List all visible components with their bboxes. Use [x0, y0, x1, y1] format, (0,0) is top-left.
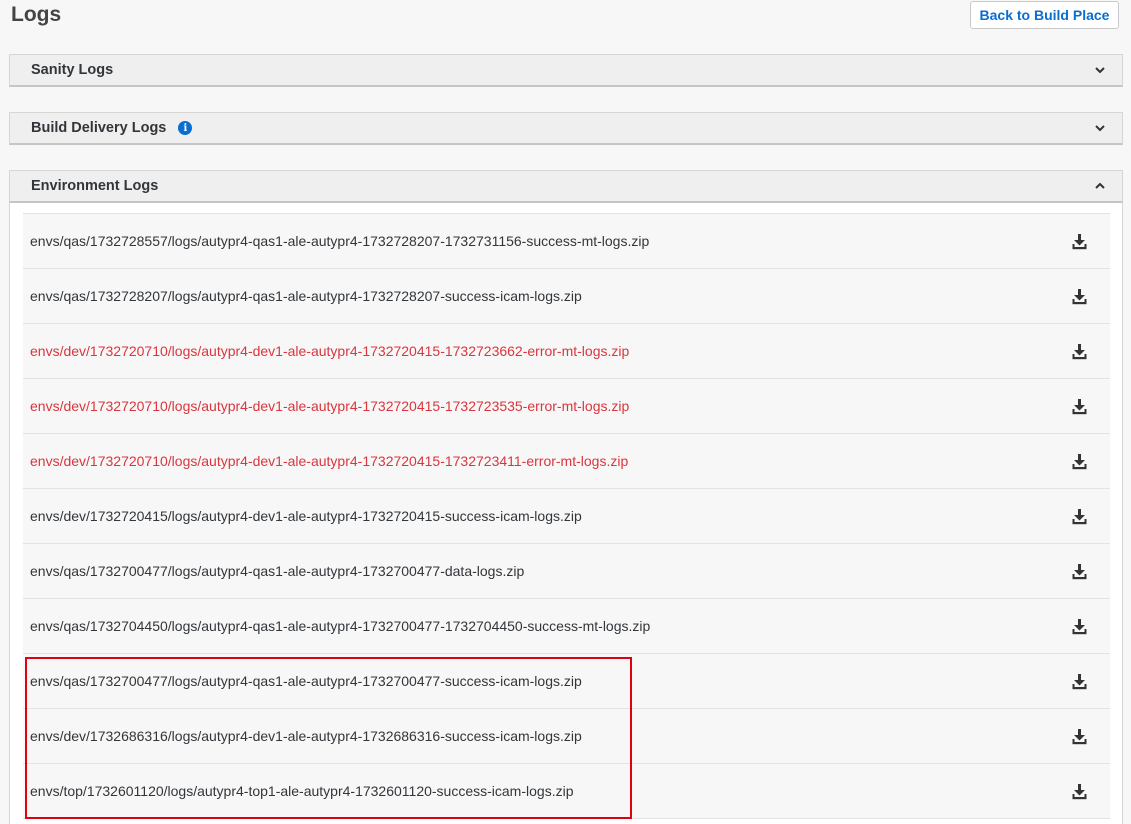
log-file-name: envs/dev/1732720710/logs/autypr4-dev1-al… [30, 453, 629, 469]
build-delivery-logs-panel-header[interactable]: Build Delivery Logs i [9, 112, 1123, 145]
log-file-name: envs/qas/1732700477/logs/autypr4-qas1-al… [30, 673, 582, 689]
environment-logs-panel-header[interactable]: Environment Logs [9, 170, 1123, 203]
log-file-row: envs/qas/1732700477/logs/autypr4-qas1-al… [23, 544, 1110, 599]
log-file-name: envs/dev/1732720415/logs/autypr4-dev1-al… [30, 508, 582, 524]
chevron-down-icon[interactable] [1094, 122, 1106, 134]
page-title: Logs [11, 3, 62, 26]
download-icon[interactable] [1071, 343, 1088, 360]
log-file-name: envs/qas/1732700477/logs/autypr4-qas1-al… [30, 563, 525, 579]
log-file-row: envs/dev/1732720710/logs/autypr4-dev1-al… [23, 434, 1110, 489]
log-file-name: envs/dev/1732720710/logs/autypr4-dev1-al… [30, 343, 630, 359]
log-file-row: envs/dev/1732720415/logs/autypr4-dev1-al… [23, 489, 1110, 544]
download-icon[interactable] [1071, 453, 1088, 470]
info-icon[interactable]: i [178, 121, 193, 135]
log-file-row: envs/qas/1732704450/logs/autypr4-qas1-al… [23, 599, 1110, 654]
log-file-name: envs/dev/1732720710/logs/autypr4-dev1-al… [30, 398, 630, 414]
download-icon[interactable] [1071, 508, 1088, 525]
log-file-list: envs/qas/1732728557/logs/autypr4-qas1-al… [23, 213, 1110, 819]
chevron-down-icon[interactable] [1094, 64, 1106, 76]
build-delivery-logs-title: Build Delivery Logs [31, 120, 167, 136]
sanity-logs-title: Sanity Logs [31, 62, 114, 78]
download-icon[interactable] [1071, 618, 1088, 635]
log-file-name: envs/top/1732601120/logs/autypr4-top1-al… [30, 783, 574, 799]
log-file-name: envs/qas/1732704450/logs/autypr4-qas1-al… [30, 618, 651, 634]
download-icon[interactable] [1071, 728, 1088, 745]
log-file-row: envs/dev/1732686316/logs/autypr4-dev1-al… [23, 709, 1110, 764]
download-icon[interactable] [1071, 288, 1088, 305]
log-file-name: envs/qas/1732728557/logs/autypr4-qas1-al… [30, 233, 650, 249]
log-file-row: envs/qas/1732700477/logs/autypr4-qas1-al… [23, 654, 1110, 709]
environment-logs-panel-body: envs/qas/1732728557/logs/autypr4-qas1-al… [9, 203, 1123, 824]
log-file-row: envs/top/1732601120/logs/autypr4-top1-al… [23, 764, 1110, 819]
log-file-row: envs/dev/1732720710/logs/autypr4-dev1-al… [23, 324, 1110, 379]
log-file-row: envs/dev/1732720710/logs/autypr4-dev1-al… [23, 379, 1110, 434]
log-file-row: envs/qas/1732728207/logs/autypr4-qas1-al… [23, 269, 1110, 324]
download-icon[interactable] [1071, 398, 1088, 415]
log-file-row: envs/qas/1732728557/logs/autypr4-qas1-al… [23, 214, 1110, 269]
download-icon[interactable] [1071, 563, 1088, 580]
download-icon[interactable] [1071, 233, 1088, 250]
environment-logs-title: Environment Logs [31, 178, 159, 194]
download-icon[interactable] [1071, 673, 1088, 690]
log-file-name: envs/dev/1732686316/logs/autypr4-dev1-al… [30, 728, 582, 744]
back-to-build-place-button[interactable]: Back to Build Place [970, 1, 1119, 29]
sanity-logs-panel-header[interactable]: Sanity Logs [9, 54, 1123, 87]
log-file-name: envs/qas/1732728207/logs/autypr4-qas1-al… [30, 288, 582, 304]
chevron-up-icon[interactable] [1094, 180, 1106, 192]
download-icon[interactable] [1071, 783, 1088, 800]
